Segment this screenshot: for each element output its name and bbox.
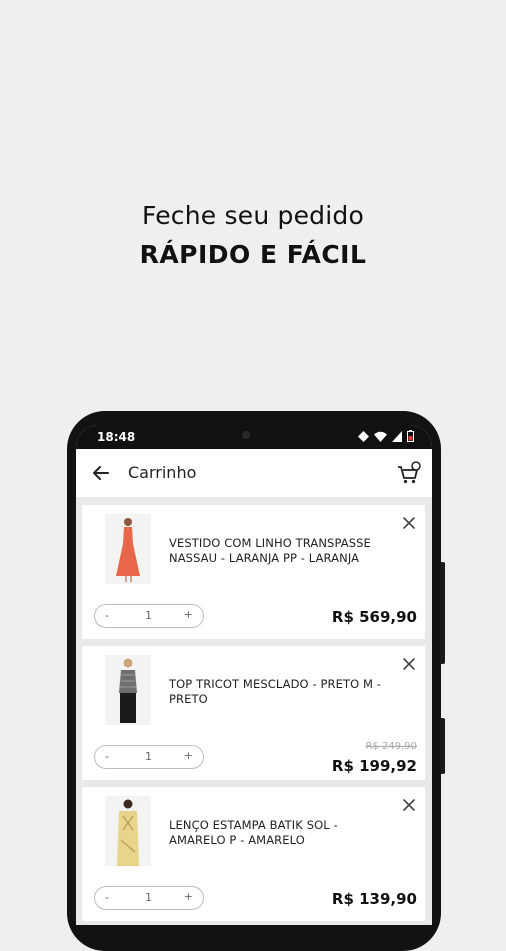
cart-item: VESTIDO COM LINHO TRANSPASSE NASSAU - LA… [82, 505, 425, 639]
remove-item-icon[interactable] [401, 656, 417, 672]
quantity-value: 1 [145, 891, 152, 904]
product-price: R$ 569,90 [331, 608, 417, 626]
status-icons [358, 430, 414, 442]
increase-quantity-button[interactable]: + [184, 890, 193, 903]
phone-side-button [440, 562, 445, 664]
increase-quantity-button[interactable]: + [184, 608, 193, 621]
quantity-value: 1 [145, 750, 152, 763]
product-name: TOP TRICOT MESCLADO - PRETO M - PRETO [169, 677, 382, 706]
status-time: 18:48 [97, 430, 136, 444]
increase-quantity-button[interactable]: + [184, 749, 193, 762]
decrease-quantity-button[interactable]: - [105, 609, 109, 622]
quantity-stepper: - 1 + [94, 604, 204, 628]
product-price: R$ 199,92 [331, 757, 417, 775]
front-camera [242, 431, 250, 439]
quantity-stepper: - 1 + [94, 745, 204, 769]
promo-line2: RÁPIDO E FÁCIL [139, 240, 367, 269]
decrease-quantity-button[interactable]: - [105, 891, 109, 904]
status-bar: 18:48 [76, 425, 432, 449]
remove-item-icon[interactable] [401, 515, 417, 531]
app-bar: Carrinho [76, 449, 432, 497]
decrease-quantity-button[interactable]: - [105, 750, 109, 763]
original-price: R$ 249,90 [365, 741, 417, 752]
product-name: LENÇO ESTAMPA BATIK SOL - AMARELO P - AM… [169, 818, 338, 847]
product-image [105, 514, 151, 584]
cart-icon[interactable] [396, 460, 422, 486]
product-price: R$ 139,90 [331, 890, 417, 908]
arrow-left-icon[interactable] [90, 462, 112, 484]
product-name: VESTIDO COM LINHO TRANSPASSE NASSAU - LA… [169, 536, 371, 565]
data-saver-icon [358, 430, 369, 442]
phone-side-button [440, 718, 445, 774]
cart-item: LENÇO ESTAMPA BATIK SOL - AMARELO P - AM… [82, 787, 425, 921]
quantity-stepper: - 1 + [94, 886, 204, 910]
remove-item-icon[interactable] [401, 797, 417, 813]
wifi-icon [374, 431, 387, 442]
quantity-value: 1 [145, 609, 152, 622]
product-image [105, 796, 151, 866]
battery-icon [407, 430, 414, 442]
promo-line1: Feche seu pedido [142, 201, 364, 230]
signal-icon [392, 430, 402, 442]
product-image [105, 655, 151, 725]
page-title: Carrinho [128, 463, 197, 482]
cart-item: TOP TRICOT MESCLADO - PRETO M - PRETO - … [82, 646, 425, 780]
phone-screen: 18:48 Carrinho VESTIDO COM LINHO TRANSPA… [76, 425, 432, 925]
